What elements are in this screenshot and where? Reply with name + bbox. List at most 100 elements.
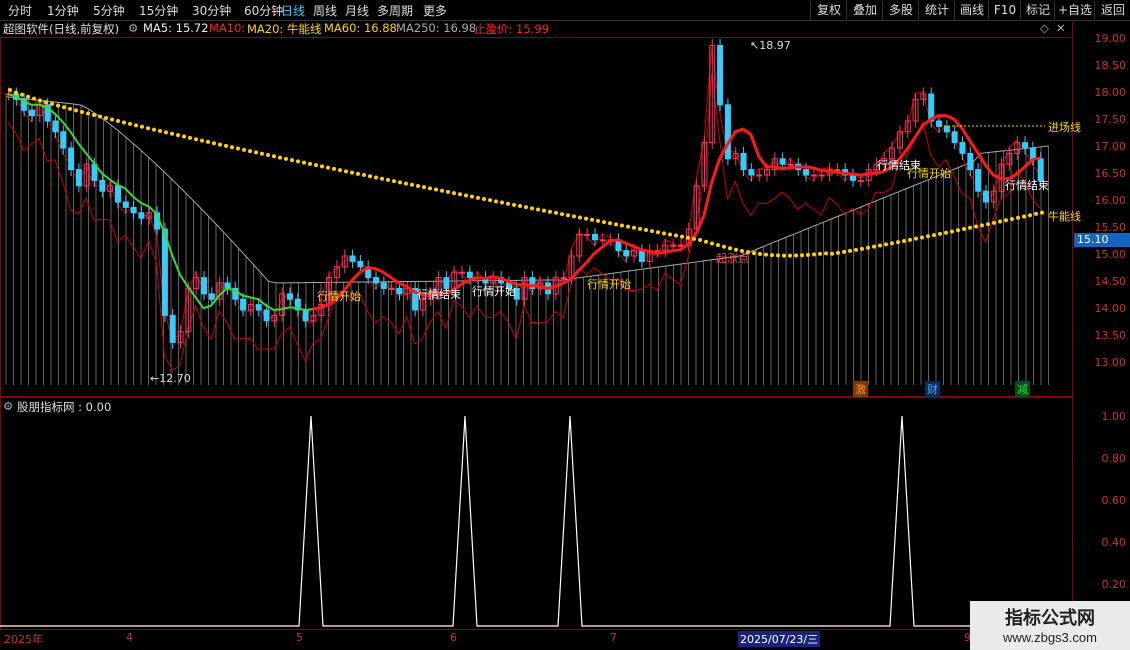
bull-dot <box>116 119 120 124</box>
event-tag-cai[interactable]: 财 <box>925 381 940 397</box>
event-tag-jian[interactable]: 减 <box>1015 381 1030 397</box>
bull-dot <box>170 131 174 136</box>
bull-dot <box>566 213 570 218</box>
indicator-settings-icon[interactable]: ⚙ <box>3 399 13 413</box>
candle-body <box>967 152 974 171</box>
bull-dot <box>560 212 564 217</box>
bull-dot <box>140 124 144 129</box>
event-tag-ji[interactable]: 激 <box>853 381 868 397</box>
candle-body <box>75 169 82 187</box>
bull-dot <box>998 219 1002 224</box>
bull-dot <box>590 217 594 222</box>
bull-dot <box>878 243 882 248</box>
bull-dot <box>128 121 132 126</box>
bull-dot <box>326 165 330 170</box>
candle-body <box>287 293 294 300</box>
bull-dot <box>44 100 48 105</box>
bull-dot <box>554 210 558 215</box>
bull-dot <box>260 151 264 156</box>
price-axis-label: 13.50 <box>1094 329 1127 342</box>
bull-dot <box>488 198 492 203</box>
bull-dot <box>38 98 42 103</box>
bull-dot <box>74 108 78 113</box>
bull-dot <box>968 225 972 230</box>
candle-body <box>677 244 684 247</box>
bull-dot <box>716 243 720 248</box>
bull-dot <box>830 251 834 256</box>
candle-body <box>263 309 270 322</box>
bull-dot <box>500 200 504 205</box>
candle-body <box>240 298 247 311</box>
bull-dot <box>368 174 372 179</box>
signal-start-label-3: 行情开始 <box>587 278 631 291</box>
bull-dot <box>896 240 900 245</box>
bull-dot <box>572 214 576 219</box>
candle-body <box>357 260 364 268</box>
bull-dot <box>674 233 678 238</box>
indicator-title: 股朋指标网 : 0.00 <box>17 400 112 414</box>
bull-dot <box>20 92 24 97</box>
bull-dot <box>356 171 360 176</box>
price-axis-label: 17.50 <box>1094 113 1127 126</box>
bull-dot <box>752 251 756 256</box>
bull-dot <box>692 236 696 241</box>
candle-body <box>200 277 207 295</box>
bull-dot <box>152 127 156 132</box>
candle-body <box>1022 142 1029 149</box>
main-chart[interactable] <box>0 0 1130 650</box>
candle-body <box>122 201 129 208</box>
bull-dot <box>806 252 810 257</box>
candle-body <box>388 287 395 290</box>
bull-dot <box>650 229 654 234</box>
bull-dot <box>242 147 246 152</box>
bull-dot <box>962 227 966 232</box>
bull-dot <box>1004 218 1008 223</box>
bull-dot <box>68 106 72 111</box>
candle-body <box>975 169 982 192</box>
bull-dot <box>416 183 420 188</box>
candle-body <box>459 271 466 274</box>
bull-dot <box>248 149 252 154</box>
bull-dot <box>638 226 642 231</box>
bull-dot <box>374 175 378 180</box>
bull-dot <box>164 130 168 135</box>
candle-body <box>99 179 106 192</box>
breakout-label: 起涨点 <box>716 252 749 265</box>
bull-dot <box>230 145 234 150</box>
bull-dot <box>914 236 918 241</box>
signal-end-label: 行情结束 <box>417 288 461 301</box>
bull-dot <box>476 195 480 200</box>
bull-dot <box>656 230 660 235</box>
bull-dot <box>944 230 948 235</box>
indicator-axis-label: 0.20 <box>1101 578 1127 591</box>
price-axis-label: 18.00 <box>1094 86 1127 99</box>
price-axis-label: 18.50 <box>1094 59 1127 72</box>
bull-dot <box>200 138 204 143</box>
price-axis-label: 14.00 <box>1094 302 1127 315</box>
bull-dot <box>956 228 960 233</box>
bull-dot <box>854 247 858 252</box>
candle-body <box>114 185 121 203</box>
bull-dot <box>770 253 774 258</box>
bull-dot <box>266 153 270 158</box>
bull-dot <box>632 225 636 230</box>
price-axis-label: 14.50 <box>1094 275 1127 288</box>
date-axis-label: 4 <box>126 631 133 644</box>
bull-dot <box>1022 214 1026 219</box>
bull-dot <box>776 253 780 258</box>
bull-dot <box>530 206 534 211</box>
bull-dot <box>1040 210 1044 215</box>
bull-dot <box>686 235 690 240</box>
bull-dot <box>608 221 612 226</box>
bull-dot <box>662 231 666 236</box>
bull-dot <box>110 117 114 122</box>
candle-body <box>208 293 215 300</box>
bull-dot <box>536 207 540 212</box>
bull-dot <box>848 248 852 253</box>
bull-dot <box>932 233 936 238</box>
bull-dot <box>302 160 306 165</box>
bull-dot <box>584 216 588 221</box>
signal-end-label-3: 行情结束 <box>1005 179 1049 192</box>
bull-dot <box>104 116 108 121</box>
candle-body <box>349 255 356 262</box>
